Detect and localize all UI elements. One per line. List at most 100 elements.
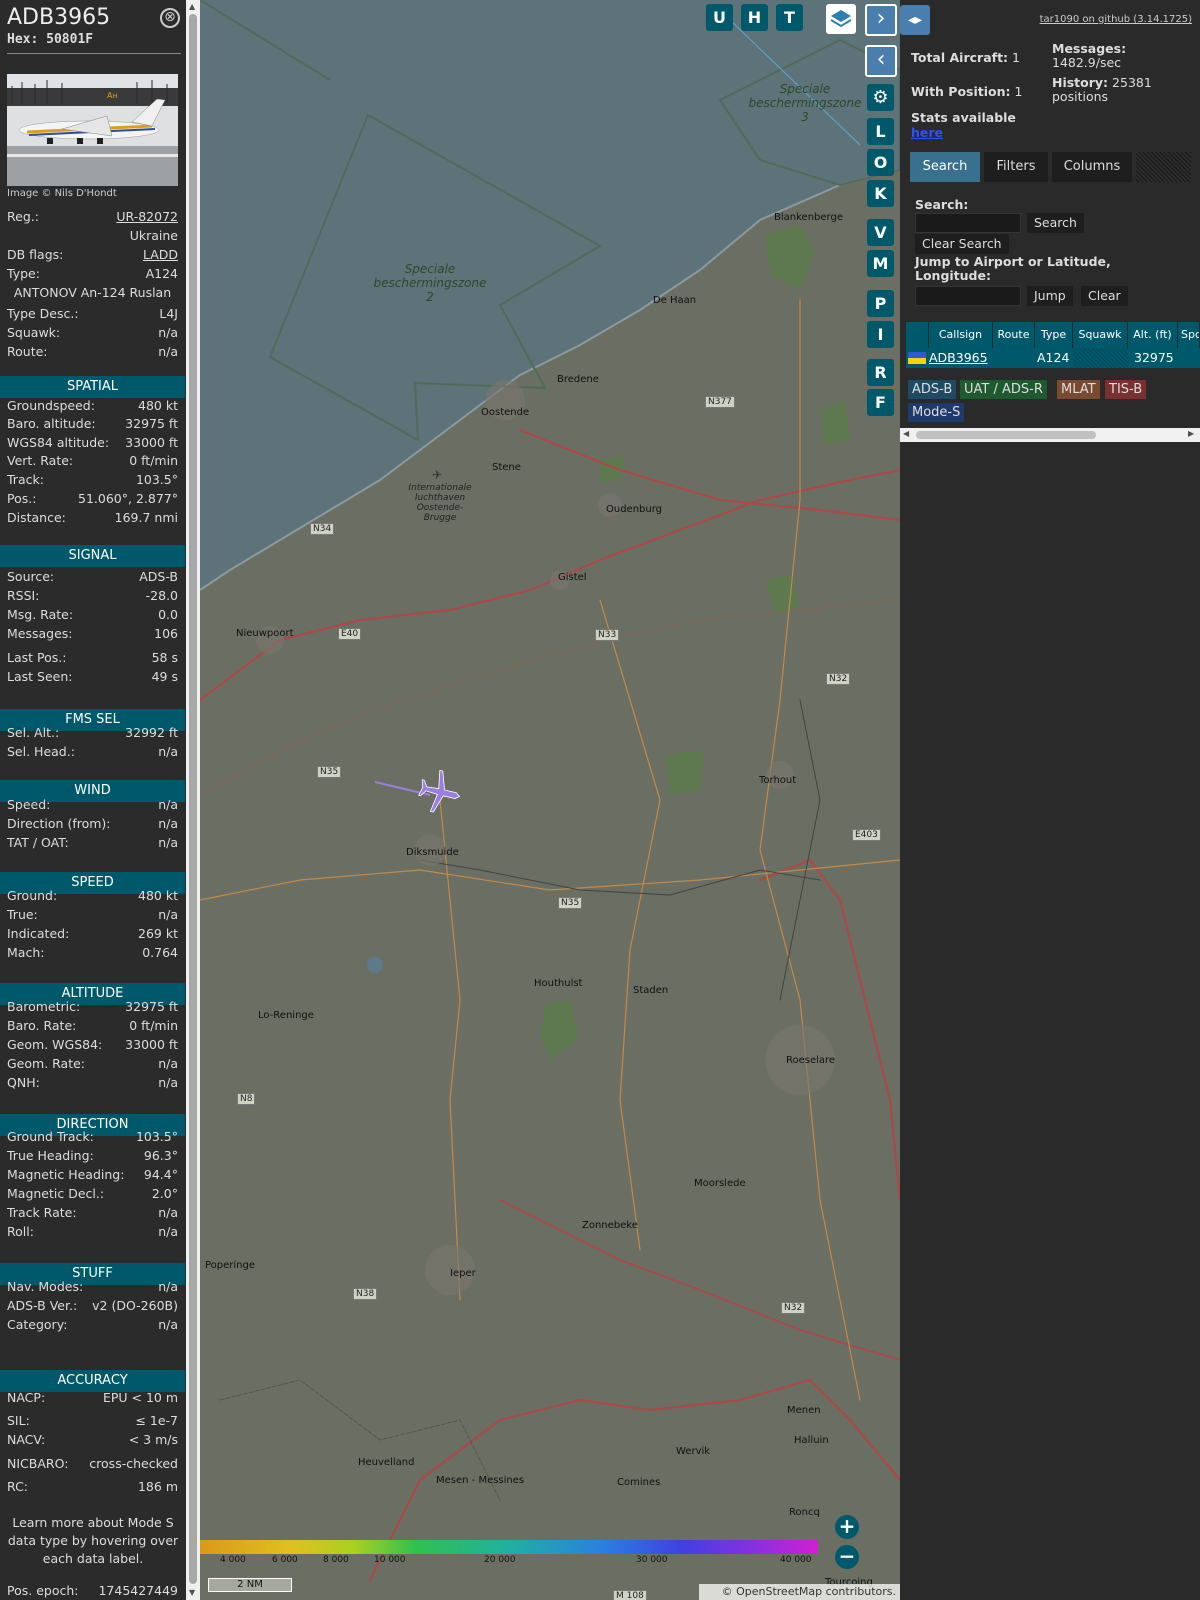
road-label: M 108 [613, 1590, 647, 1600]
clear-search-button[interactable]: Clear Search [915, 234, 1009, 254]
svg-text:Ан: Ан [107, 91, 118, 100]
map-button-t[interactable]: T [776, 4, 803, 31]
aircraft-icon[interactable] [413, 769, 467, 814]
jump-button[interactable]: Jump [1027, 286, 1073, 306]
info-label: Route: [7, 344, 48, 359]
info-row: Sel. Head.: n/a [7, 743, 178, 761]
column-header-route[interactable]: Route [993, 322, 1035, 348]
place-label: Comines [617, 1477, 661, 1488]
scroll-up-icon[interactable]: ▲ [189, 2, 195, 11]
map-button-m[interactable]: M [867, 250, 894, 277]
map-button-o[interactable]: O [867, 149, 894, 176]
map-button-v[interactable]: V [867, 219, 894, 246]
layers-button[interactable] [826, 4, 856, 34]
map-button-r[interactable]: R [867, 359, 894, 386]
info-value: Ukraine [129, 228, 178, 243]
map-button-k[interactable]: K [867, 180, 894, 207]
info-value: 103.5° [135, 472, 178, 487]
column-header-speed[interactable]: Spd [1178, 322, 1200, 348]
place-label: Diksmuide [406, 847, 459, 858]
info-label: True Heading: [7, 1148, 94, 1163]
ukraine-flag-icon [906, 348, 929, 368]
jump-input[interactable] [915, 286, 1021, 306]
tab-extra [1136, 152, 1191, 182]
info-row: Indicated: 269 kt [7, 925, 178, 943]
map-button-h[interactable]: H [741, 4, 768, 31]
jump-label: Jump to Airport or Latitude, Longitude: [915, 254, 1111, 283]
stats-link[interactable]: here [911, 125, 943, 140]
scroll-down-icon[interactable]: ▼ [189, 1588, 195, 1597]
column-header-squawk[interactable]: Squawk [1073, 322, 1128, 348]
info-row: Squawk: n/a [7, 324, 178, 342]
search-input[interactable] [915, 213, 1021, 233]
info-row: NACP: EPU < 10 m [7, 1389, 178, 1407]
scale-tick-label: 8 000 [323, 1555, 349, 1565]
divider [7, 53, 181, 54]
row-squawk [1073, 348, 1128, 368]
info-label: Source: [7, 569, 55, 584]
info-row: Pos.: 51.060°, 2.877° [7, 490, 178, 508]
clear-button[interactable]: Clear [1081, 286, 1128, 306]
column-header-altitude[interactable]: Alt. (ft) [1128, 322, 1178, 348]
row-callsign[interactable]: ADB3965 [929, 348, 993, 368]
github-link[interactable]: tar1090 on github (3.14.1725) [1040, 14, 1192, 25]
place-label: Nieuwpoort [236, 628, 294, 639]
zoom-in-button[interactable]: + [835, 1515, 859, 1539]
info-row: Groundspeed: 480 kt [7, 397, 178, 415]
info-value: 0 ft/min [129, 1018, 178, 1033]
road-label: N35 [317, 766, 342, 778]
info-row: Track Rate: n/a [7, 1204, 178, 1222]
sidebar-toggle-button[interactable]: ◂▸ [900, 5, 930, 35]
source-badge: TIS-B [1105, 380, 1147, 399]
aircraft-photo[interactable]: Ан [7, 74, 178, 186]
map-attribution[interactable]: © OpenStreetMap contributors. [699, 1584, 900, 1600]
table-horizontal-scrollbar[interactable]: ◀ ▶ [900, 428, 1200, 442]
info-row: Vert. Rate: 0 ft/min [7, 452, 178, 470]
tab-search[interactable]: Search [910, 152, 980, 182]
column-header-type[interactable]: Type [1035, 322, 1073, 348]
info-value[interactable]: LADD [143, 246, 178, 264]
search-button[interactable]: Search [1027, 213, 1084, 233]
row-altitude: 32975 [1128, 348, 1178, 368]
info-value[interactable]: UR-82072 [116, 208, 178, 226]
zoom-out-button[interactable]: − [835, 1545, 859, 1569]
map-button-i[interactable]: I [867, 321, 894, 348]
info-value: 103.5° [135, 1129, 178, 1144]
place-label: Torhout [759, 775, 797, 786]
scale-tick-label: 4 000 [220, 1555, 246, 1565]
scrollbar-thumb[interactable] [916, 431, 1096, 439]
map-button-f[interactable]: F [867, 389, 894, 416]
tab-filters[interactable]: Filters [984, 152, 1048, 182]
info-label: RC: [7, 1479, 29, 1494]
map-view[interactable]: Blankenberge De Haan Bredene Oostende Stene O… [200, 0, 900, 1600]
scrollbar-thumb[interactable] [189, 14, 197, 1584]
info-value: n/a [158, 344, 178, 359]
close-icon[interactable]: ⊗ [160, 8, 180, 28]
info-label: Pos. epoch: [7, 1583, 79, 1598]
scroll-right-icon[interactable]: ▶ [1188, 429, 1194, 438]
pos-epoch-row: Pos. epoch: 1745427449 [7, 1582, 178, 1600]
scroll-left-icon[interactable]: ◀ [903, 429, 909, 438]
info-row: DB flags: LADD [7, 246, 178, 264]
collapse-panel-button[interactable]: ‹ [865, 45, 897, 77]
info-row: RC: 186 m [7, 1478, 178, 1496]
column-header-callsign[interactable]: Callsign [929, 322, 993, 348]
info-value: 58 s [151, 650, 178, 665]
info-row: Baro. altitude: 32975 ft [7, 415, 178, 433]
map-button-u[interactable]: U [706, 4, 733, 31]
road-label: N35 [558, 897, 583, 909]
settings-button[interactable]: ⚙ [867, 84, 894, 111]
info-row: TAT / OAT: n/a [7, 834, 178, 852]
sidebar-scrollbar[interactable]: ▲ ▼ [186, 0, 200, 1600]
road-label: N32 [781, 1302, 806, 1314]
info-value: 33000 ft [125, 435, 178, 450]
expand-panel-button[interactable]: › [865, 4, 897, 36]
tab-columns[interactable]: Columns [1052, 152, 1132, 182]
chevron-left-icon: ‹ [876, 47, 886, 72]
place-label: Poperinge [205, 1260, 256, 1271]
place-label: Staden [633, 985, 669, 996]
map-button-l[interactable]: L [867, 118, 894, 145]
map-button-p[interactable]: P [867, 290, 894, 317]
place-label: Blankenberge [774, 212, 843, 223]
info-value: ADS-B [139, 569, 178, 584]
